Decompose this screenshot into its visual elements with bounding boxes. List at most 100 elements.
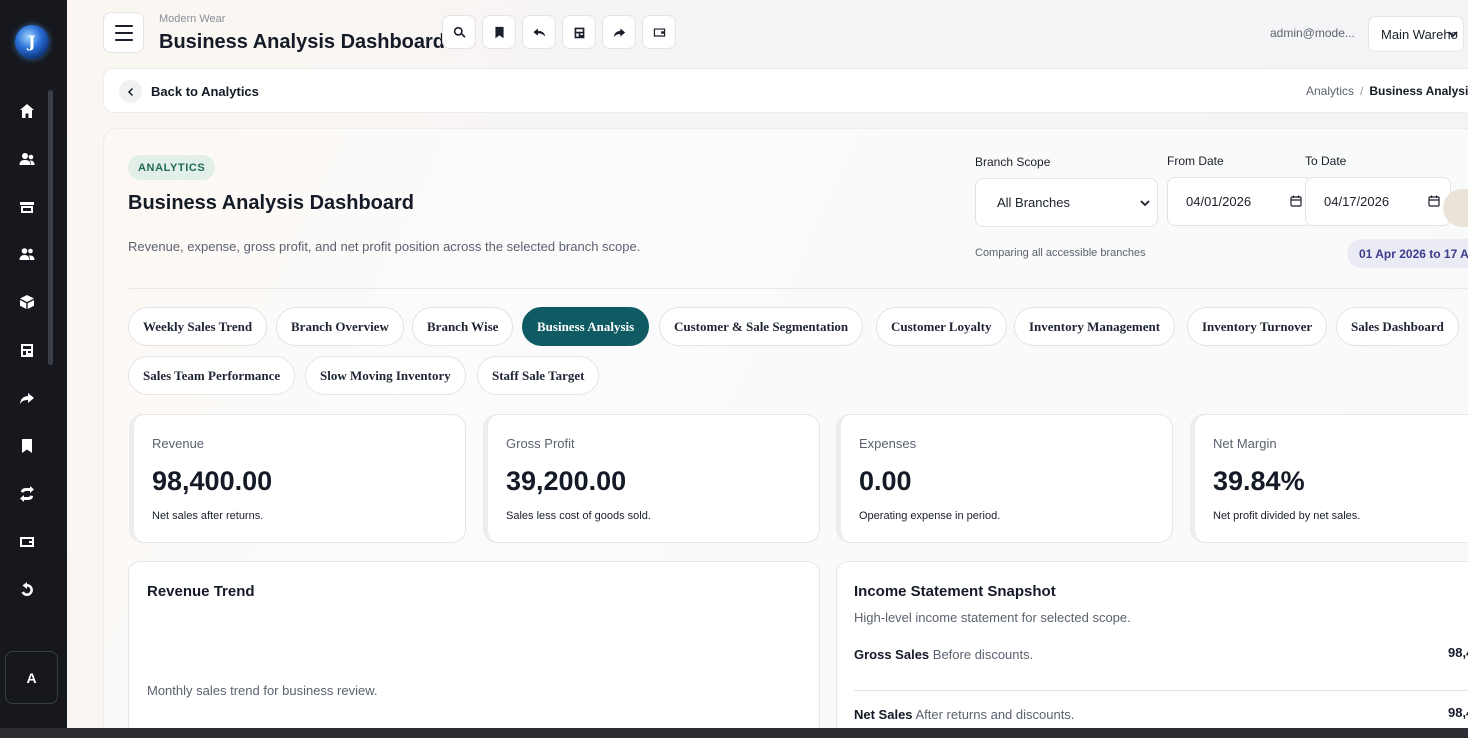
bottom-scrollbar[interactable] xyxy=(0,728,1468,738)
income-row-value: 98,4 xyxy=(1448,645,1468,660)
income-row-name: Gross Sales xyxy=(854,647,930,662)
undo-icon xyxy=(532,27,545,37)
section-divider xyxy=(128,288,1468,289)
sidebar: J A xyxy=(0,0,67,738)
chevron-left-icon xyxy=(127,87,133,96)
tab-branch-wise[interactable]: Branch Wise xyxy=(412,307,514,346)
income-row-name: Net Sales xyxy=(854,707,913,722)
from-date-value: 04/01/2026 xyxy=(1186,194,1252,209)
kpi-value: 39.84% xyxy=(1213,466,1305,496)
wallet-icon xyxy=(653,27,665,37)
bookmark-button[interactable] xyxy=(482,15,516,49)
store-button[interactable] xyxy=(562,15,596,49)
income-row-divider xyxy=(854,690,1468,691)
search-icon xyxy=(453,26,466,38)
scope-note: Comparing all accessible branches xyxy=(975,247,1146,259)
breadcrumb-current: Business Analysi xyxy=(1369,84,1468,98)
branch-scope-select[interactable]: All Branches xyxy=(975,178,1158,227)
tab-customer-sale-segmentation[interactable]: Customer & Sale Segmentation xyxy=(659,307,864,346)
kpi-value: 0.00 xyxy=(859,466,912,496)
forward-icon[interactable] xyxy=(17,388,37,408)
breadcrumb-analytics[interactable]: Analytics xyxy=(1306,84,1354,98)
income-row-desc: After returns and discounts. xyxy=(915,707,1075,722)
wallet-button[interactable] xyxy=(642,15,676,49)
tab-weekly-sales-trend[interactable]: Weekly Sales Trend xyxy=(128,307,268,346)
tab-sales-dashboard[interactable]: Sales Dashboard xyxy=(1336,307,1459,346)
kpi-note: Sales less cost of goods sold. xyxy=(506,510,651,522)
avatar-letter: A xyxy=(26,669,37,686)
tab-sales-team-performance[interactable]: Sales Team Performance xyxy=(128,356,296,395)
tab-inventory-turnover[interactable]: Inventory Turnover xyxy=(1187,307,1328,346)
kpi-note: Operating expense in period. xyxy=(859,510,1001,522)
home-icon[interactable] xyxy=(17,101,37,121)
forward-button[interactable] xyxy=(602,15,636,49)
wallet-icon[interactable] xyxy=(17,532,37,552)
storefront-icon xyxy=(574,27,584,38)
breadcrumb: Analytics / Business Analysi xyxy=(1306,84,1468,98)
kpi-label: Gross Profit xyxy=(506,436,575,451)
storefront-icon[interactable] xyxy=(17,340,37,360)
calendar-icon[interactable] xyxy=(1428,195,1440,207)
revenue-trend-subtitle: Monthly sales trend for business review. xyxy=(147,683,378,698)
user-avatar[interactable]: A xyxy=(5,651,58,704)
kpi-card-revenue: Revenue 98,400.00 Net sales after return… xyxy=(129,414,466,543)
tab-slow-moving-inventory[interactable]: Slow Moving Inventory xyxy=(305,356,466,395)
section-badge: ANALYTICS xyxy=(128,155,216,180)
users-icon[interactable] xyxy=(17,149,37,169)
calendar-icon[interactable] xyxy=(1290,195,1302,207)
to-date-value: 04/17/2026 xyxy=(1324,194,1390,209)
kpi-note: Net sales after returns. xyxy=(152,510,264,522)
brand-subtitle: Modern Wear xyxy=(159,13,226,25)
undo-button[interactable] xyxy=(522,15,556,49)
tab-inventory-management[interactable]: Inventory Management xyxy=(1014,307,1176,346)
date-range-pill: 01 Apr 2026 to 17 Ap xyxy=(1347,239,1468,268)
contacts-icon[interactable] xyxy=(17,244,37,264)
menu-toggle-button[interactable] xyxy=(103,12,144,53)
search-button[interactable] xyxy=(442,15,476,49)
breadcrumb-separator: / xyxy=(1360,84,1364,98)
income-row-desc: Before discounts. xyxy=(932,647,1034,662)
kpi-note: Net profit divided by net sales. xyxy=(1213,510,1361,522)
back-button[interactable] xyxy=(119,80,142,103)
income-row-value: 98,4 xyxy=(1448,705,1468,720)
page-header-title: Business Analysis Dashboard xyxy=(159,31,446,53)
income-row-net-sales: Net Sales After returns and discounts. xyxy=(854,707,1074,722)
kpi-label: Net Margin xyxy=(1213,436,1277,451)
to-date-label: To Date xyxy=(1305,154,1347,168)
store-icon[interactable] xyxy=(17,197,37,217)
income-statement-subtitle: High-level income statement for selected… xyxy=(854,610,1131,625)
to-date-input[interactable]: 04/17/2026 xyxy=(1305,177,1451,226)
from-date-input[interactable]: 04/01/2026 xyxy=(1167,177,1313,226)
revenue-trend-title: Revenue Trend xyxy=(147,583,255,600)
kpi-label: Expenses xyxy=(859,436,917,451)
tab-customer-loyalty[interactable]: Customer Loyalty xyxy=(876,307,1007,346)
kpi-card-net-margin: Net Margin 39.84% Net profit divided by … xyxy=(1190,414,1468,543)
page-title: Business Analysis Dashboard xyxy=(128,192,415,214)
logo-letter: J xyxy=(28,32,36,51)
branch-scope-value: All Branches xyxy=(997,195,1070,210)
branch-scope-label: Branch Scope xyxy=(975,155,1051,169)
kpi-value: 98,400.00 xyxy=(152,466,273,496)
swap-icon[interactable] xyxy=(17,484,37,504)
kpi-card-expenses: Expenses 0.00 Operating expense in perio… xyxy=(836,414,1173,543)
chevron-down-icon xyxy=(1140,200,1150,207)
package-icon[interactable] xyxy=(17,292,37,312)
user-email[interactable]: admin@mode... xyxy=(1270,26,1355,40)
back-to-analytics-link[interactable]: Back to Analytics xyxy=(151,84,259,99)
from-date-label: From Date xyxy=(1167,154,1224,168)
kpi-label: Revenue xyxy=(152,436,205,451)
sidebar-scrollbar[interactable] xyxy=(48,90,53,365)
tab-business-analysis[interactable]: Business Analysis xyxy=(522,307,650,346)
warehouse-select[interactable]: Main Wareho xyxy=(1368,16,1464,52)
forward-icon xyxy=(613,27,625,37)
page-description: Revenue, expense, gross profit, and net … xyxy=(128,239,641,254)
app-logo[interactable]: J xyxy=(15,25,49,59)
bookmark-icon[interactable] xyxy=(17,436,37,456)
bookmark-icon xyxy=(494,26,504,38)
tab-branch-overview[interactable]: Branch Overview xyxy=(276,307,404,346)
return-icon[interactable] xyxy=(17,580,37,600)
breadcrumb-bar: Back to Analytics Analytics / Business Ana… xyxy=(103,68,1468,113)
tab-staff-sale-target[interactable]: Staff Sale Target xyxy=(477,356,600,395)
income-row-gross-sales: Gross Sales Before discounts. xyxy=(854,647,1033,662)
income-statement-title: Income Statement Snapshot xyxy=(854,583,1056,600)
